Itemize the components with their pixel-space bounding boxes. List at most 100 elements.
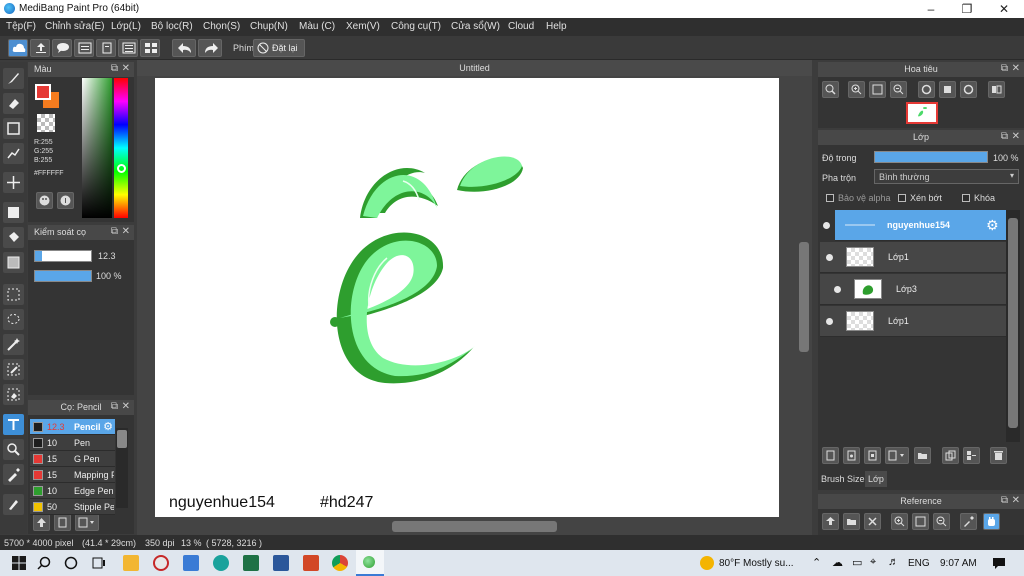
tool-fill-rect[interactable] xyxy=(3,202,24,223)
undock-icon[interactable]: ⧉ xyxy=(111,401,118,412)
brush-size-slider[interactable] xyxy=(34,250,92,262)
reference-fit-button[interactable] xyxy=(912,513,929,530)
maximize-button[interactable]: ❐ xyxy=(948,0,986,18)
menu-filter[interactable]: Bộ lọc(R) xyxy=(151,21,193,32)
tool-shape[interactable] xyxy=(3,118,24,139)
tool-bucket[interactable] xyxy=(3,227,24,248)
menu-color[interactable]: Màu (C) xyxy=(299,21,335,32)
tool-brush[interactable] xyxy=(3,68,24,89)
tool-select-rect[interactable] xyxy=(3,284,24,305)
delete-layer-button[interactable] xyxy=(990,447,1007,464)
flip-button[interactable] xyxy=(988,81,1005,98)
panel-button-2[interactable] xyxy=(96,39,116,57)
undock-icon[interactable]: ⧉ xyxy=(111,226,118,237)
drawing-canvas[interactable]: nguyenhue154 #hd247 xyxy=(155,78,779,517)
add-layer-menu-button[interactable] xyxy=(885,447,909,464)
color-swatch-button[interactable] xyxy=(57,192,74,209)
redo-button[interactable] xyxy=(198,39,222,57)
eye-icon[interactable] xyxy=(823,222,830,229)
transparent-swatch[interactable] xyxy=(37,114,55,132)
layer-list-scrollbar[interactable] xyxy=(1006,210,1020,442)
brush-list-item[interactable]: 10 Edge Pen xyxy=(30,483,115,499)
export-button[interactable] xyxy=(30,39,50,57)
reset-view-button[interactable] xyxy=(939,81,956,98)
search-icon[interactable] xyxy=(37,556,51,570)
zoom-out-button[interactable] xyxy=(890,81,907,98)
reference-zoom-out-button[interactable] xyxy=(933,513,950,530)
close-icon[interactable]: ✕ xyxy=(122,63,130,74)
cloud-button[interactable] xyxy=(8,39,28,57)
new-folder-button[interactable] xyxy=(914,447,931,464)
layer-row[interactable]: Lớp3 xyxy=(820,274,1006,305)
foreground-color-swatch[interactable] xyxy=(35,84,51,100)
zoom-in-button[interactable] xyxy=(848,81,865,98)
saturation-value-picker[interactable] xyxy=(82,78,112,218)
scrollbar-thumb[interactable] xyxy=(1008,218,1018,428)
layer-row[interactable]: Lớp1 xyxy=(820,242,1006,273)
menu-view[interactable]: Xem(V) xyxy=(346,21,380,32)
menu-select[interactable]: Chọn(S) xyxy=(203,21,240,32)
brush-list-item[interactable]: 10 Pen xyxy=(30,435,115,451)
layer-opacity-slider[interactable] xyxy=(874,151,988,163)
panel-button-4[interactable] xyxy=(140,39,160,57)
menu-edit[interactable]: Chỉnh sửa(E) xyxy=(45,21,105,32)
weather-text[interactable]: 80°F Mostly su... xyxy=(719,558,794,569)
canvas-vertical-scrollbar[interactable] xyxy=(797,82,811,518)
tool-select-pen[interactable] xyxy=(3,359,24,380)
vertical-scrollbar-thumb[interactable] xyxy=(799,242,809,352)
close-icon[interactable]: ✕ xyxy=(1012,131,1020,142)
tool-dropper[interactable] xyxy=(3,464,24,485)
tool-move[interactable] xyxy=(3,172,24,193)
horizontal-scrollbar-thumb[interactable] xyxy=(392,521,557,532)
zoom-fit-button[interactable] xyxy=(822,81,839,98)
tool-eraser[interactable] xyxy=(3,93,24,114)
gear-icon[interactable]: ⚙ xyxy=(103,420,113,433)
layer-row[interactable]: Lớp1 xyxy=(820,306,1006,337)
reference-open-button[interactable] xyxy=(843,513,860,530)
menu-cloud[interactable]: Cloud xyxy=(508,21,534,32)
navigator-preview[interactable] xyxy=(906,102,938,124)
hue-slider-handle[interactable] xyxy=(117,164,126,173)
reference-hand-button[interactable] xyxy=(983,513,1000,530)
close-window-button[interactable]: ✕ xyxy=(985,0,1023,18)
menu-file[interactable]: Tệp(F) xyxy=(6,21,36,32)
eye-icon[interactable] xyxy=(834,286,841,293)
volume-icon[interactable]: ♬ xyxy=(888,556,899,568)
add-brush-button[interactable] xyxy=(33,514,50,531)
edge-browser-icon[interactable] xyxy=(213,555,229,571)
clipping-checkbox[interactable] xyxy=(898,194,906,202)
task-view-icon[interactable] xyxy=(92,556,106,570)
new-layer-button[interactable] xyxy=(822,447,839,464)
rotate-right-button[interactable] xyxy=(960,81,977,98)
rotate-left-button[interactable] xyxy=(918,81,935,98)
menu-snap[interactable]: Chụp(N) xyxy=(250,21,288,32)
scrollbar-thumb[interactable] xyxy=(117,430,127,448)
tool-magic-wand[interactable] xyxy=(3,334,24,355)
comment-button[interactable] xyxy=(52,39,72,57)
undo-button[interactable] xyxy=(172,39,196,57)
menu-help[interactable]: Help xyxy=(546,21,567,32)
brush-menu-button[interactable] xyxy=(75,514,99,531)
duplicate-layer-button[interactable] xyxy=(942,447,959,464)
document-tab[interactable]: Untitled xyxy=(137,60,812,76)
battery-icon[interactable]: ▭ xyxy=(852,556,862,569)
reference-upload-button[interactable] xyxy=(822,513,839,530)
reset-button[interactable]: Đặt lại xyxy=(253,39,305,57)
new-halftone-layer-button[interactable] xyxy=(843,447,860,464)
layer-row[interactable]: nguyenhue154 ⚙ xyxy=(835,210,1006,241)
tool-gradient[interactable] xyxy=(3,252,24,273)
color-set-button[interactable] xyxy=(36,192,53,209)
clock[interactable]: 9:07 AM xyxy=(940,558,977,569)
reference-close-button[interactable] xyxy=(864,513,881,530)
fit-window-button[interactable] xyxy=(869,81,886,98)
tab-brush-size[interactable]: Brush Size xyxy=(821,474,865,484)
close-icon[interactable]: ✕ xyxy=(1012,495,1020,506)
monitor-icon[interactable] xyxy=(183,555,199,571)
tray-chevron-icon[interactable]: ⌃ xyxy=(812,556,821,569)
lock-checkbox[interactable] xyxy=(962,194,970,202)
notification-icon[interactable] xyxy=(992,556,1006,570)
tool-lasso[interactable] xyxy=(3,309,24,330)
reference-dropper-button[interactable] xyxy=(960,513,977,530)
word-icon[interactable] xyxy=(273,555,289,571)
close-icon[interactable]: ✕ xyxy=(1012,63,1020,74)
